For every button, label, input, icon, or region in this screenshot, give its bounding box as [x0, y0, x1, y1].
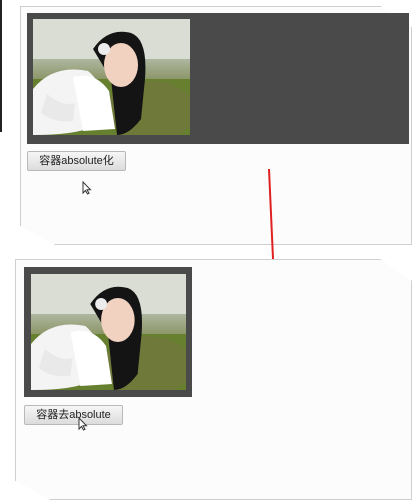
- mouse-pointer-icon: [78, 417, 88, 431]
- left-edge-line: [0, 0, 2, 132]
- portrait-photo: [31, 274, 186, 390]
- remove-absolute-button[interactable]: 容器去absolute: [24, 405, 123, 425]
- portrait-photo: [33, 19, 190, 135]
- make-absolute-button[interactable]: 容器absolute化: [27, 151, 126, 171]
- mouse-pointer-icon: [82, 181, 92, 195]
